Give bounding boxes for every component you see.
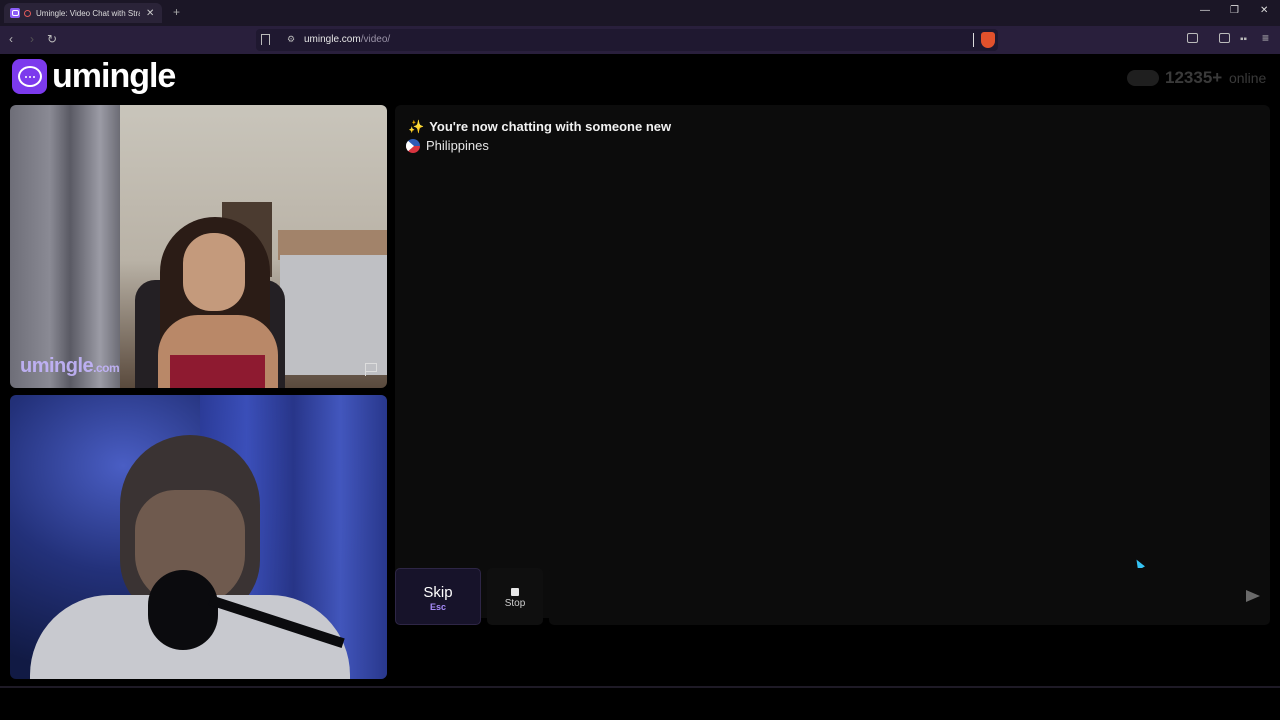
restore-button[interactable]: ❐ xyxy=(1230,5,1239,16)
browser-tab[interactable]: Umingle: Video Chat with Stra ✕ xyxy=(4,3,162,23)
stranger-video: umingle.com xyxy=(10,105,387,388)
logo-text[interactable]: umingle xyxy=(52,57,176,96)
address-bar[interactable]: ⚙ umingle.com/video/ xyxy=(256,29,998,51)
skip-shortcut: Esc xyxy=(429,602,446,612)
chat-log: ✨ You're now chatting with someone new Ph… xyxy=(395,105,1270,618)
video-scene-bed xyxy=(280,255,387,375)
tab-close-icon[interactable]: ✕ xyxy=(146,8,154,19)
watermark-text: umingle xyxy=(20,355,94,377)
umingle-favicon-icon xyxy=(10,8,20,18)
stranger-country: Philippines xyxy=(406,138,489,153)
browser-tab-bar: Umingle: Video Chat with Stra ✕ + — ❐ ✕ xyxy=(0,0,1280,26)
country-name: Philippines xyxy=(426,138,489,153)
url-path: /video/ xyxy=(360,34,391,45)
reload-icon[interactable]: ↻ xyxy=(47,32,57,46)
video-watermark: umingle.com xyxy=(20,355,120,378)
logo-icon[interactable] xyxy=(12,59,47,94)
page: umingle 12335+ online umingle.com ✨ You'r… xyxy=(0,54,1280,686)
recording-indicator-icon xyxy=(24,9,31,17)
window-close-button[interactable]: ✕ xyxy=(1260,5,1268,16)
sparkle-icon: ✨ xyxy=(408,119,425,134)
browser-toolbar: ‹ › ↻ ⚙ umingle.com/video/ ▪▪ ≡ xyxy=(0,26,1280,54)
video-scene-face xyxy=(183,233,245,311)
video-scene-top xyxy=(170,355,265,388)
online-counter: 12335+ online xyxy=(1165,68,1266,88)
new-tab-button[interactable]: + xyxy=(173,5,180,19)
sidebar-icon[interactable] xyxy=(1219,33,1230,43)
philippines-flag-icon xyxy=(406,138,420,153)
stop-label: Stop xyxy=(504,598,526,609)
stop-icon xyxy=(511,588,519,596)
back-icon[interactable]: ‹ xyxy=(9,32,13,46)
minimize-button[interactable]: — xyxy=(1200,5,1210,16)
skip-label: Skip xyxy=(423,584,453,601)
report-flag-icon[interactable] xyxy=(365,363,378,376)
wallet-icon[interactable]: ▪▪ xyxy=(1240,34,1247,45)
watermark-tld: .com xyxy=(93,361,120,375)
chat-bubble-icon xyxy=(17,66,42,87)
skip-button[interactable]: Skip Esc xyxy=(395,568,481,625)
online-count: 12335+ xyxy=(1165,68,1223,87)
bottom-strip xyxy=(0,686,1280,720)
bookmark-icon[interactable] xyxy=(261,34,270,45)
address-divider xyxy=(973,33,974,47)
message-input[interactable] xyxy=(549,568,1270,625)
stop-button[interactable]: Stop xyxy=(487,568,543,625)
url-host: umingle.com xyxy=(304,34,361,45)
tab-title: Umingle: Video Chat with Stra xyxy=(36,8,140,18)
status-message-text: You're now chatting with someone new xyxy=(429,119,672,134)
online-label: online xyxy=(1228,70,1267,86)
system-message: ✨ You're now chatting with someone new xyxy=(408,119,671,135)
url-text[interactable]: umingle.com/video/ xyxy=(304,34,390,45)
video-scene-microphone xyxy=(148,570,218,650)
site-info-icon[interactable]: ⚙ xyxy=(287,34,295,45)
self-video xyxy=(10,395,387,679)
theme-toggle[interactable] xyxy=(1127,70,1159,86)
brave-shields-icon[interactable] xyxy=(981,32,995,48)
send-icon[interactable] xyxy=(1246,590,1260,602)
forward-icon[interactable]: › xyxy=(30,32,34,46)
menu-icon[interactable]: ≡ xyxy=(1262,31,1269,45)
tab-search-icon[interactable] xyxy=(1187,33,1198,43)
